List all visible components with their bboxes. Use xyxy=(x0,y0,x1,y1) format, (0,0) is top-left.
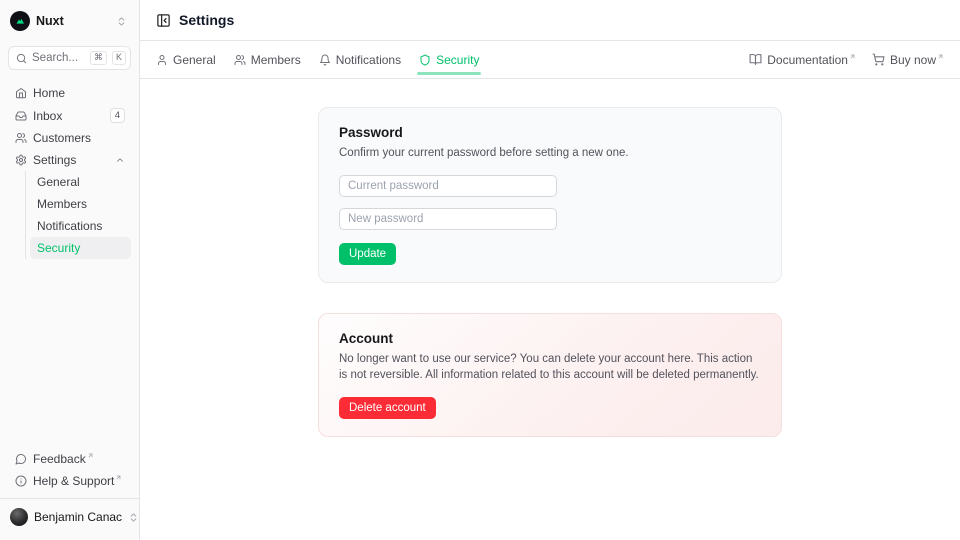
avatar xyxy=(10,508,28,526)
chevrons-up-down-icon xyxy=(128,512,139,523)
search-icon xyxy=(16,53,27,64)
user-menu[interactable]: Benjamin Canac xyxy=(0,498,139,528)
page-title: Settings xyxy=(179,12,234,28)
tab-security[interactable]: Security xyxy=(419,41,479,78)
sidebar-item-settings-general[interactable]: General xyxy=(30,171,131,193)
user-name: Benjamin Canac xyxy=(34,510,122,524)
page-header: Settings xyxy=(140,0,960,41)
help-support-label: Help & Support xyxy=(33,474,122,488)
info-circle-icon xyxy=(15,475,27,487)
sidebar-item-settings-notifications[interactable]: Notifications xyxy=(30,215,131,237)
tabs: General Members Notifications Security xyxy=(156,41,479,78)
settings-sub-list: General Members Notifications Security xyxy=(25,171,131,259)
inbox-count-badge: 4 xyxy=(110,108,125,123)
user-icon xyxy=(156,54,168,66)
active-tab-indicator xyxy=(417,72,481,75)
kbd-k: K xyxy=(112,51,126,65)
documentation-label: Documentation xyxy=(767,53,856,67)
password-card: Password Confirm your current password b… xyxy=(318,107,782,283)
feedback-label: Feedback xyxy=(33,452,94,466)
sidebar: Nuxt Search... ⌘ K Home Inbox 4 Cust xyxy=(0,0,140,540)
new-password-field[interactable] xyxy=(339,208,557,230)
search-input[interactable]: Search... ⌘ K xyxy=(8,46,131,70)
account-card-title: Account xyxy=(339,331,761,346)
team-name: Nuxt xyxy=(36,14,110,28)
collapse-sidebar-icon[interactable] xyxy=(156,13,171,28)
sidebar-item-label: Home xyxy=(33,86,125,100)
chevrons-up-down-icon xyxy=(116,16,127,27)
chevron-up-icon xyxy=(115,155,125,165)
tab-label: Notifications xyxy=(336,53,401,67)
shopping-cart-icon xyxy=(872,53,885,66)
search-placeholder: Search... xyxy=(32,52,85,64)
external-link-icon xyxy=(937,53,944,67)
sidebar-item-customers[interactable]: Customers xyxy=(8,127,131,149)
content-area: Password Confirm your current password b… xyxy=(140,79,960,540)
tab-label: Members xyxy=(251,53,301,67)
users-icon xyxy=(15,132,27,144)
message-bubble-icon xyxy=(15,453,27,465)
shield-icon xyxy=(419,54,431,66)
update-password-button[interactable]: Update xyxy=(339,243,396,265)
help-support-link[interactable]: Help & Support xyxy=(8,470,131,492)
password-card-title: Password xyxy=(339,125,761,140)
kbd-meta: ⌘ xyxy=(90,51,107,65)
external-link-icon xyxy=(87,452,94,466)
inbox-icon xyxy=(15,110,27,122)
tab-notifications[interactable]: Notifications xyxy=(319,41,401,78)
tab-members[interactable]: Members xyxy=(234,41,301,78)
account-card-description: No longer want to use our service? You c… xyxy=(339,351,761,384)
users-icon xyxy=(234,54,246,66)
delete-account-button[interactable]: Delete account xyxy=(339,397,436,419)
sidebar-item-label: Customers xyxy=(33,131,125,145)
top-actions: Documentation Buy now xyxy=(749,41,944,78)
main-area: Settings General Members Notifications xyxy=(140,0,960,540)
sidebar-footer: Feedback Help & Support Benjamin Canac xyxy=(8,448,131,532)
buy-now-label: Buy now xyxy=(890,53,944,67)
home-icon xyxy=(15,87,27,99)
sidebar-item-inbox[interactable]: Inbox 4 xyxy=(8,104,131,127)
sidebar-item-settings[interactable]: Settings xyxy=(8,149,131,171)
sidebar-item-label: Inbox xyxy=(33,109,104,123)
tab-label: Security xyxy=(436,53,479,67)
sidebar-nav: Home Inbox 4 Customers Settings General xyxy=(8,82,131,259)
password-card-description: Confirm your current password before set… xyxy=(339,145,761,162)
buy-now-link[interactable]: Buy now xyxy=(872,53,944,67)
nuxt-logo-icon xyxy=(10,11,30,31)
external-link-icon xyxy=(849,53,856,67)
app-window: Nuxt Search... ⌘ K Home Inbox 4 Cust xyxy=(0,0,960,540)
tab-bar: General Members Notifications Security xyxy=(140,41,960,79)
sidebar-item-home[interactable]: Home xyxy=(8,82,131,104)
book-open-icon xyxy=(749,53,762,66)
external-link-icon xyxy=(115,474,122,488)
sidebar-item-settings-security[interactable]: Security xyxy=(30,237,131,259)
tab-general[interactable]: General xyxy=(156,41,216,78)
account-card: Account No longer want to use our servic… xyxy=(318,313,782,437)
feedback-link[interactable]: Feedback xyxy=(8,448,131,470)
documentation-link[interactable]: Documentation xyxy=(749,53,856,67)
team-switcher[interactable]: Nuxt xyxy=(8,8,131,34)
sidebar-item-settings-members[interactable]: Members xyxy=(30,193,131,215)
sidebar-item-label: Settings xyxy=(33,153,109,167)
gear-icon xyxy=(15,154,27,166)
tab-label: General xyxy=(173,53,216,67)
current-password-field[interactable] xyxy=(339,175,557,197)
bell-icon xyxy=(319,54,331,66)
